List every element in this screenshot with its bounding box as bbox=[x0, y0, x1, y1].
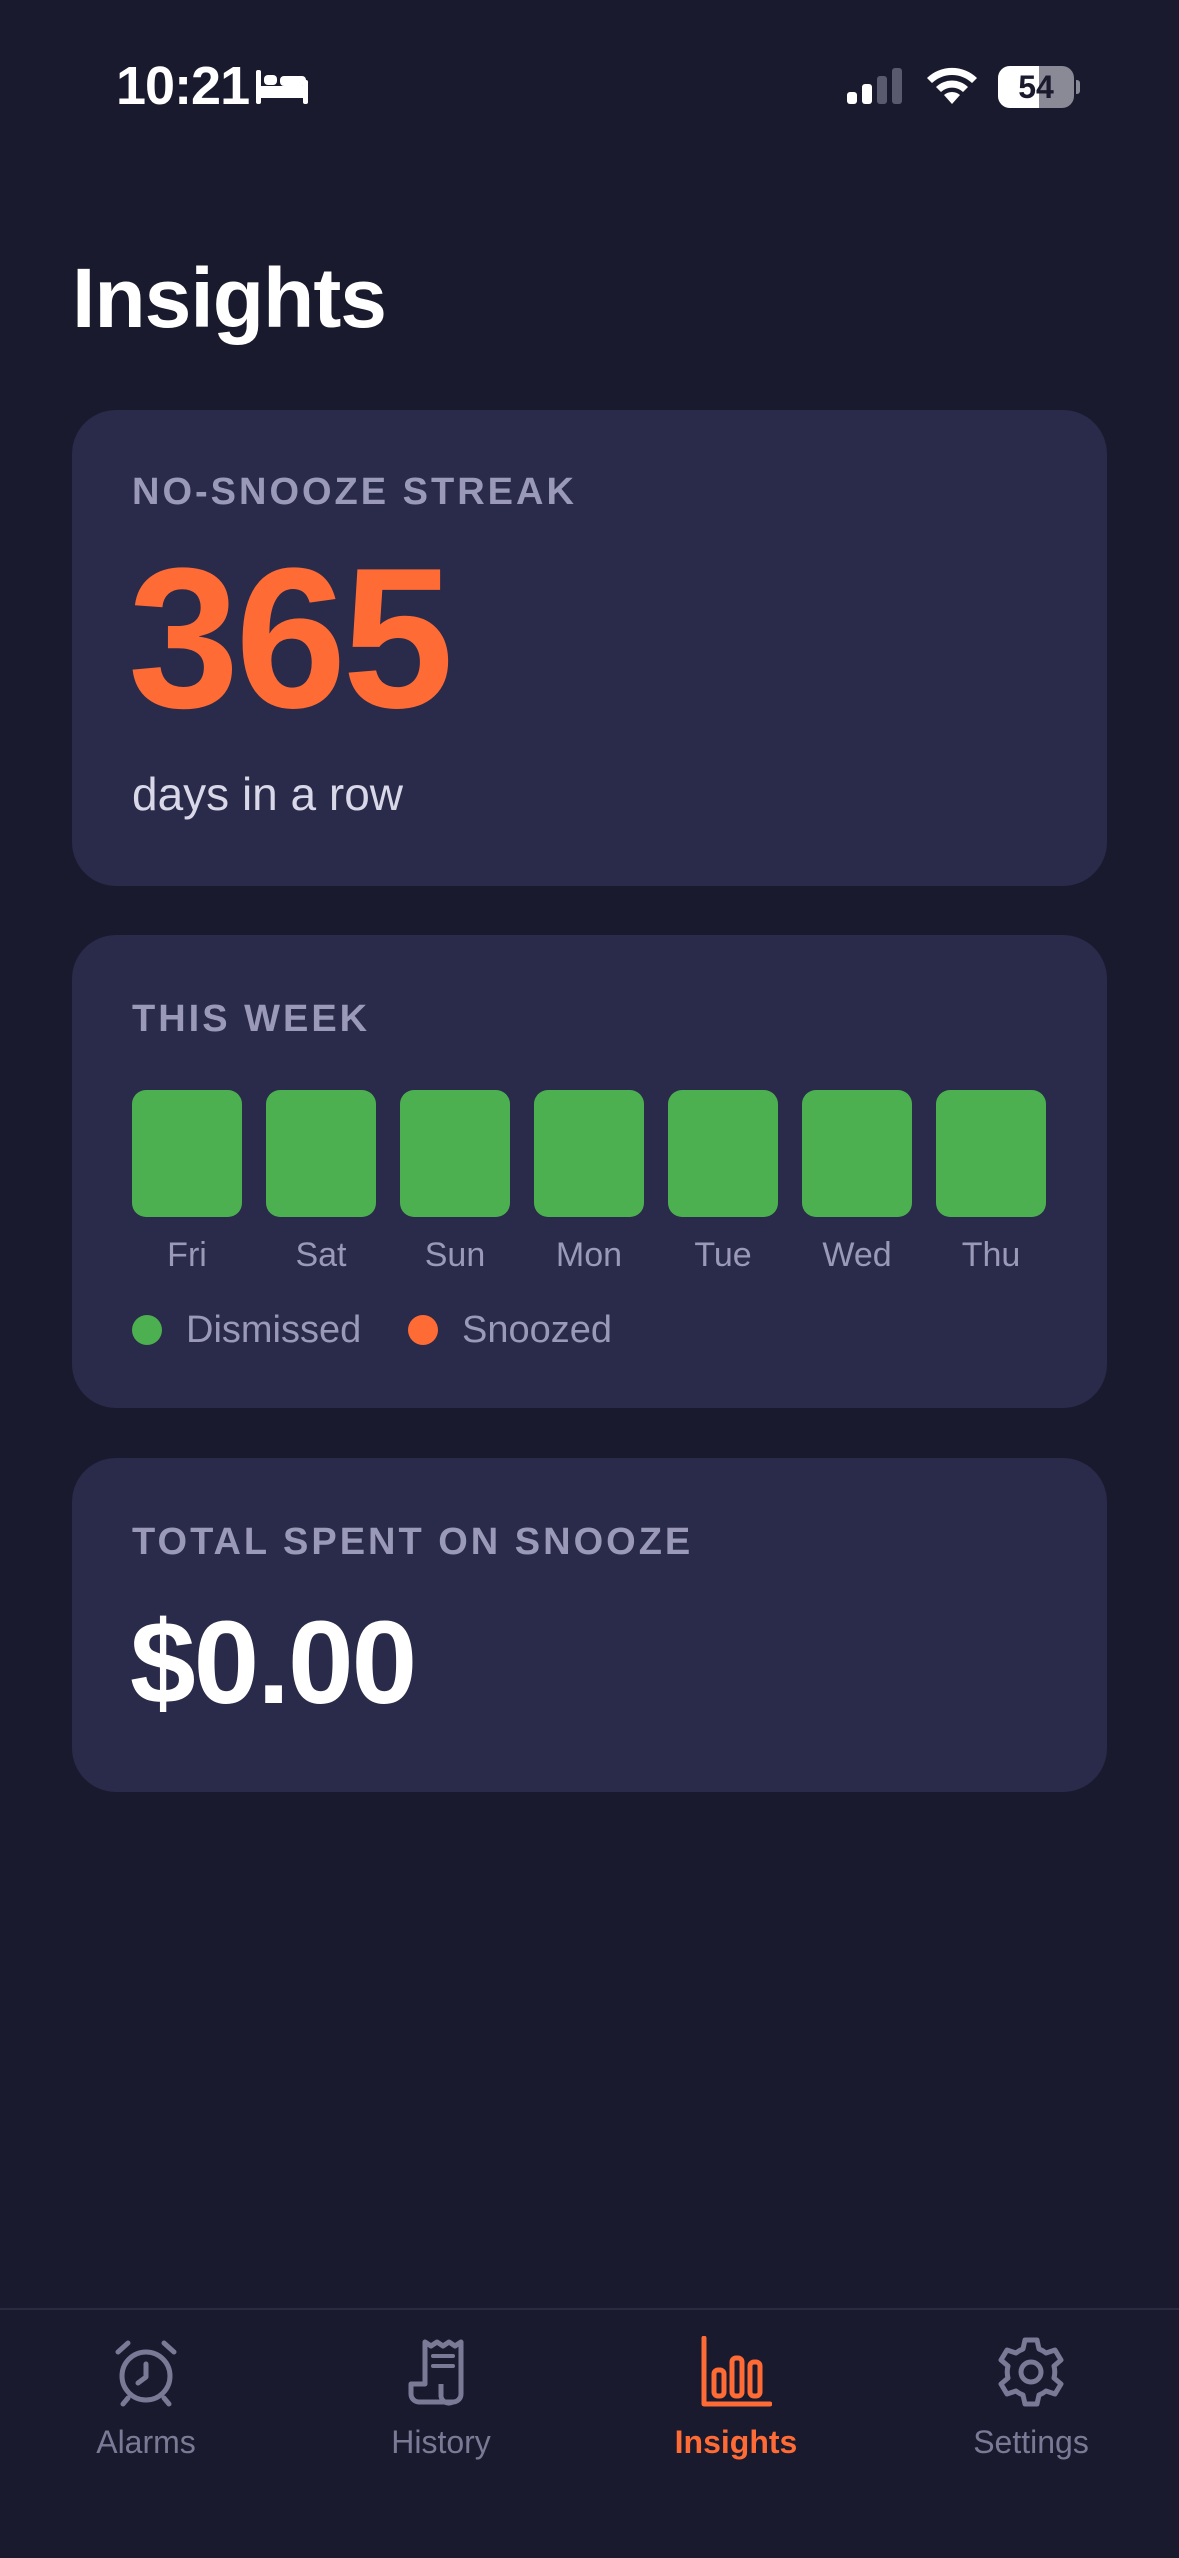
gear-icon bbox=[998, 2337, 1064, 2407]
day-tue: Tue bbox=[668, 1090, 778, 1290]
day-status-box bbox=[802, 1090, 912, 1217]
streak-label: NO-SNOOZE STREAK bbox=[132, 471, 577, 513]
tab-settings[interactable]: Settings bbox=[931, 2330, 1131, 2480]
week-label: THIS WEEK bbox=[132, 998, 371, 1040]
tab-bar: Alarms History Insights Settings bbox=[0, 2308, 1179, 2558]
day-label: Thu bbox=[961, 1236, 1021, 1274]
legend-label: Snoozed bbox=[462, 1309, 613, 1351]
total-label: TOTAL SPENT ON SNOOZE bbox=[132, 1521, 694, 1563]
day-label: Sat bbox=[295, 1236, 347, 1274]
day-status-box bbox=[400, 1090, 510, 1217]
battery-percent: 54 bbox=[1018, 69, 1054, 105]
status-time: 10:21 bbox=[116, 56, 250, 116]
day-label: Fri bbox=[167, 1236, 207, 1274]
day-status-box bbox=[266, 1090, 376, 1217]
cellular-signal-icon bbox=[847, 68, 902, 104]
week-card: THIS WEEK Fri Sat Sun Mon Tue Wed Thu Di… bbox=[72, 935, 1107, 1408]
day-status-box bbox=[668, 1090, 778, 1217]
tab-label: Settings bbox=[973, 2424, 1089, 2460]
legend-dot-snoozed bbox=[408, 1315, 438, 1345]
day-label: Wed bbox=[822, 1236, 892, 1274]
streak-value: 365 bbox=[128, 527, 454, 750]
receipt-icon bbox=[408, 2339, 464, 2406]
tab-label: History bbox=[391, 2424, 491, 2460]
day-mon: Mon bbox=[534, 1090, 644, 1290]
day-wed: Wed bbox=[802, 1090, 912, 1290]
tab-insights[interactable]: Insights bbox=[636, 2330, 836, 2480]
battery-cap bbox=[1076, 80, 1080, 94]
status-bar: 10:21 54 bbox=[0, 0, 1179, 170]
page-title: Insights bbox=[72, 251, 387, 345]
day-label: Sun bbox=[424, 1236, 486, 1274]
legend-label: Dismissed bbox=[186, 1309, 362, 1351]
day-status-box bbox=[534, 1090, 644, 1217]
total-spent-card: TOTAL SPENT ON SNOOZE $0.00 bbox=[72, 1458, 1107, 1792]
streak-subtitle: days in a row bbox=[132, 768, 404, 820]
battery-indicator: 54 bbox=[998, 66, 1080, 108]
day-sat: Sat bbox=[266, 1090, 376, 1290]
week-days: Fri Sat Sun Mon Tue Wed Thu bbox=[132, 1090, 1047, 1290]
day-label: Tue bbox=[694, 1236, 752, 1274]
streak-card: NO-SNOOZE STREAK 365 days in a row bbox=[72, 410, 1107, 886]
week-legend: Dismissed Snoozed bbox=[132, 1305, 1032, 1355]
day-status-box bbox=[132, 1090, 242, 1217]
bed-icon bbox=[256, 70, 308, 104]
tab-history[interactable]: History bbox=[341, 2330, 541, 2480]
tab-alarms[interactable]: Alarms bbox=[46, 2330, 246, 2480]
tab-label: Alarms bbox=[96, 2424, 196, 2460]
day-label: Mon bbox=[555, 1236, 623, 1274]
day-sun: Sun bbox=[400, 1090, 510, 1290]
legend-dot-dismissed bbox=[132, 1315, 162, 1345]
battery-body: 54 bbox=[998, 66, 1074, 108]
day-fri: Fri bbox=[132, 1090, 242, 1290]
bar-chart-icon bbox=[701, 2336, 772, 2407]
tab-label: Insights bbox=[674, 2424, 798, 2460]
wifi-icon bbox=[927, 67, 977, 104]
alarm-clock-icon bbox=[115, 2340, 177, 2407]
day-thu: Thu bbox=[936, 1090, 1046, 1290]
day-status-box bbox=[936, 1090, 1046, 1217]
total-value: $0.00 bbox=[130, 1597, 417, 1729]
